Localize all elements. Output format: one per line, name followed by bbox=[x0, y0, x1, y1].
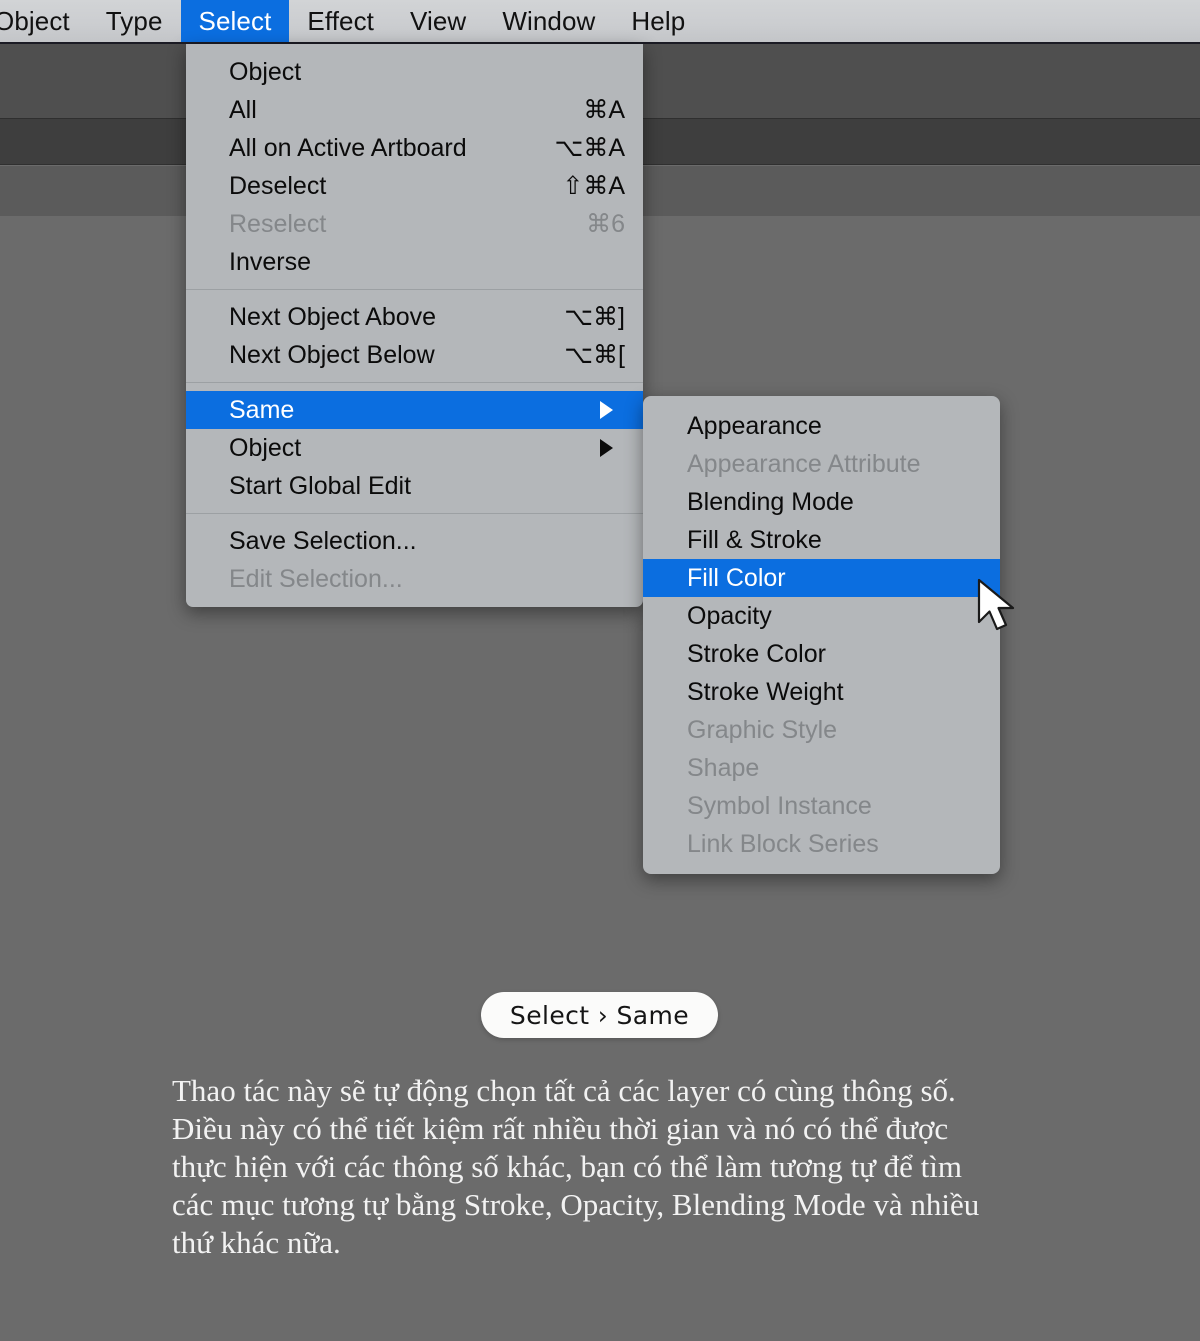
caption-line: thực hiện với các thông số khác, bạn có … bbox=[172, 1149, 962, 1184]
menu-item-label: Object bbox=[229, 433, 302, 462]
menu-item-label: Object bbox=[229, 57, 302, 86]
caption-pill-badge: Select › Same bbox=[481, 992, 718, 1038]
same-submenu-item-appearance-attribute: Appearance Attribute bbox=[643, 445, 1000, 483]
menubar-item-label: Object bbox=[0, 5, 70, 36]
submenu-arrow-icon bbox=[600, 439, 613, 457]
select-menu-item-inverse[interactable]: Inverse bbox=[186, 243, 643, 281]
menu-item-shortcut: ⌥⌘A bbox=[554, 134, 625, 162]
menu-item-shortcut: ⌘A bbox=[583, 96, 625, 124]
menu-item-shortcut: ⇧⌘A bbox=[562, 172, 625, 200]
caption-line: thứ khác nữa. bbox=[172, 1225, 341, 1260]
menu-item-label: All on Active Artboard bbox=[229, 133, 467, 162]
menu-item-label: Fill & Stroke bbox=[687, 525, 822, 554]
select-dropdown-menu[interactable]: Object All ⌘A All on Active Artboard ⌥⌘A Dese… bbox=[186, 44, 643, 607]
menu-item-label: Stroke Color bbox=[687, 639, 826, 668]
menu-item-label: All bbox=[229, 95, 257, 124]
menu-item-label: Appearance Attribute bbox=[687, 449, 921, 478]
select-menu-item-all[interactable]: All ⌘A bbox=[186, 91, 643, 129]
menubar-item-effect[interactable]: Effect bbox=[289, 0, 392, 42]
caption-line: Điều này có thể tiết kiệm rất nhiều thời… bbox=[172, 1111, 949, 1146]
menubar-item-label: Effect bbox=[307, 5, 375, 36]
menu-item-label: Next Object Above bbox=[229, 302, 437, 331]
same-submenu-item-shape: Shape bbox=[643, 749, 1000, 787]
menu-item-shortcut: ⌘6 bbox=[586, 210, 625, 238]
select-menu-item-object[interactable]: Object bbox=[186, 53, 643, 91]
select-menu-item-save-selection[interactable]: Save Selection... bbox=[186, 522, 643, 560]
same-submenu-item-symbol-instance: Symbol Instance bbox=[643, 787, 1000, 825]
select-menu-item-reselect: Reselect ⌘6 bbox=[186, 205, 643, 243]
menu-item-label: Blending Mode bbox=[687, 487, 854, 516]
caption-line: Thao tác này sẽ tự động chọn tất cả các … bbox=[172, 1073, 956, 1108]
menu-item-label: Same bbox=[229, 395, 295, 424]
menu-item-label: Stroke Weight bbox=[687, 677, 844, 706]
submenu-arrow-icon bbox=[600, 401, 613, 419]
select-menu-item-same[interactable]: Same bbox=[186, 391, 643, 429]
select-menu-item-next-object-below[interactable]: Next Object Below ⌥⌘[ bbox=[186, 336, 643, 374]
menu-separator bbox=[186, 382, 643, 383]
same-submenu-item-fill-color[interactable]: Fill Color bbox=[643, 559, 1000, 597]
menu-item-label: Graphic Style bbox=[687, 715, 838, 744]
select-menu-item-deselect[interactable]: Deselect ⇧⌘A bbox=[186, 167, 643, 205]
select-menu-item-edit-selection: Edit Selection... bbox=[186, 560, 643, 598]
menubar-item-help[interactable]: Help bbox=[613, 0, 703, 42]
same-submenu-item-stroke-color[interactable]: Stroke Color bbox=[643, 635, 1000, 673]
menu-item-label: Appearance bbox=[687, 411, 822, 440]
menu-item-label: Link Block Series bbox=[687, 829, 879, 858]
menu-item-label: Opacity bbox=[687, 601, 772, 630]
menu-separator bbox=[186, 513, 643, 514]
same-submenu[interactable]: Appearance Appearance Attribute Blending M… bbox=[643, 396, 1000, 874]
menubar-item-object[interactable]: Object bbox=[0, 0, 88, 42]
menu-item-label: Start Global Edit bbox=[229, 471, 412, 500]
menubar-item-label: Help bbox=[631, 5, 686, 36]
select-menu-item-next-object-above[interactable]: Next Object Above ⌥⌘] bbox=[186, 298, 643, 336]
menu-item-label: Edit Selection... bbox=[229, 564, 403, 593]
same-submenu-item-appearance[interactable]: Appearance bbox=[643, 407, 1000, 445]
menubar-item-label: View bbox=[410, 5, 467, 36]
menu-item-shortcut: ⌥⌘[ bbox=[564, 341, 625, 369]
menu-item-label: Shape bbox=[687, 753, 760, 782]
menu-item-label: Inverse bbox=[229, 247, 311, 276]
same-submenu-item-opacity[interactable]: Opacity bbox=[643, 597, 1000, 635]
menu-item-label: Symbol Instance bbox=[687, 791, 872, 820]
menu-item-label: Deselect bbox=[229, 171, 327, 200]
same-submenu-item-stroke-weight[interactable]: Stroke Weight bbox=[643, 673, 1000, 711]
menu-item-label: Reselect bbox=[229, 209, 327, 238]
menubar-item-type[interactable]: Type bbox=[88, 0, 181, 42]
menubar-item-window[interactable]: Window bbox=[484, 0, 613, 42]
same-submenu-item-link-block-series: Link Block Series bbox=[643, 825, 1000, 863]
menubar-item-select[interactable]: Select bbox=[180, 0, 290, 42]
same-submenu-item-blending-mode[interactable]: Blending Mode bbox=[643, 483, 1000, 521]
menubar-item-label: Type bbox=[105, 5, 163, 36]
menubar-item-view[interactable]: View bbox=[392, 0, 484, 42]
menubar-item-label: Window bbox=[502, 5, 596, 36]
same-submenu-item-graphic-style: Graphic Style bbox=[643, 711, 1000, 749]
select-menu-item-all-on-active-artboard[interactable]: All on Active Artboard ⌥⌘A bbox=[186, 129, 643, 167]
menu-item-label: Fill Color bbox=[687, 563, 786, 592]
menubar-item-label: Select bbox=[198, 5, 272, 36]
menu-item-label: Next Object Below bbox=[229, 340, 435, 369]
caption-paragraph: Thao tác này sẽ tự động chọn tất cả các … bbox=[172, 1072, 1092, 1262]
menu-item-shortcut: ⌥⌘] bbox=[564, 303, 625, 331]
menu-item-label: Save Selection... bbox=[229, 526, 417, 555]
menu-separator bbox=[186, 289, 643, 290]
menu-bar[interactable]: Object Type Select Effect View Window Help bbox=[0, 0, 1200, 44]
caption-line: các mục tương tự bằng Stroke, Opacity, B… bbox=[172, 1187, 980, 1222]
caption-pill-text: Select › Same bbox=[509, 1000, 690, 1030]
select-menu-item-object[interactable]: Object bbox=[186, 429, 643, 467]
select-menu-item-start-global-edit[interactable]: Start Global Edit bbox=[186, 467, 643, 505]
same-submenu-item-fill-stroke[interactable]: Fill & Stroke bbox=[643, 521, 1000, 559]
